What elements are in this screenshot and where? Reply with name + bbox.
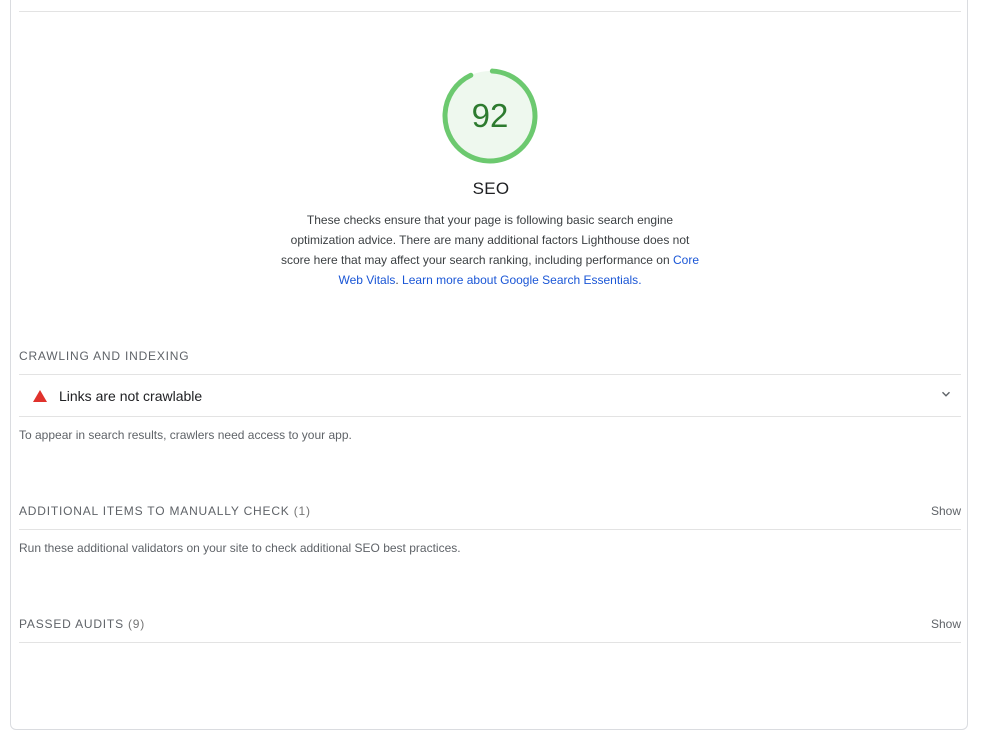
passed-group-header[interactable]: PASSED AUDITS (9) (19, 617, 961, 631)
score-gauge[interactable]: 92 (440, 66, 540, 166)
category-title: SEO (472, 179, 510, 198)
crawling-group-title: CRAWLING AND INDEXING (19, 349, 190, 363)
manual-show-button[interactable]: Show (931, 504, 961, 518)
manual-group-description: Run these additional validators on your … (19, 541, 461, 555)
divider (19, 642, 961, 643)
category-description: These checks ensure that your page is fo… (280, 213, 699, 287)
warning-triangle-icon (33, 390, 47, 402)
crawling-group-description: To appear in search results, crawlers ne… (19, 428, 352, 442)
learn-more-link[interactable]: Learn more about Google Search Essential… (402, 273, 638, 287)
top-divider (19, 11, 961, 12)
learn-more-link-period: . (638, 273, 642, 287)
passed-show-button[interactable]: Show (931, 617, 961, 631)
category-description-text: These checks ensure that your page is fo… (280, 213, 690, 267)
divider (19, 416, 961, 417)
crawling-group-header: CRAWLING AND INDEXING (19, 349, 961, 363)
divider (19, 529, 961, 530)
passed-group-count: (9) (128, 617, 146, 631)
chevron-down-icon[interactable] (941, 389, 951, 399)
manual-group-header[interactable]: ADDITIONAL ITEMS TO MANUALLY CHECK (1) (19, 504, 961, 518)
audit-links-not-crawlable[interactable]: Links are not crawlable (19, 375, 961, 416)
passed-group-title: PASSED AUDITS (19, 617, 124, 631)
score-value: 92 (471, 97, 509, 134)
manual-group-count: (1) (293, 504, 311, 518)
manual-group-title: ADDITIONAL ITEMS TO MANUALLY CHECK (19, 504, 290, 518)
audit-title: Links are not crawlable (59, 388, 203, 404)
